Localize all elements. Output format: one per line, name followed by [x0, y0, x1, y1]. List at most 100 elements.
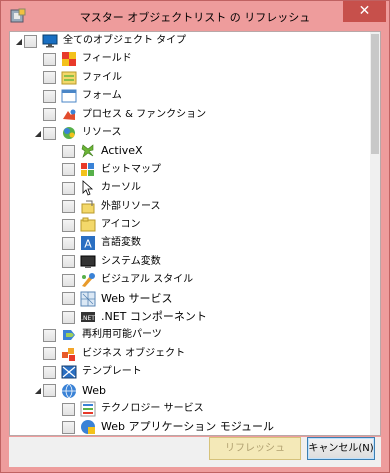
tree-item[interactable]: ファイル — [33, 69, 380, 87]
collapse-arrow-icon[interactable]: ◢ — [33, 382, 43, 400]
tree-item-checkbox[interactable] — [43, 328, 56, 342]
web-app-module-icon — [81, 420, 95, 435]
vertical-scrollbar[interactable] — [370, 32, 380, 435]
tree-item-label: ActiveX — [101, 144, 143, 158]
tree-item-checkbox[interactable] — [43, 126, 56, 140]
web-service-icon — [80, 291, 96, 307]
tree-item-checkbox[interactable] — [62, 200, 75, 214]
title-bar[interactable]: マスター オブジェクトリスト の リフレッシュ ✕ — [1, 1, 389, 31]
tree-item-checkbox[interactable] — [62, 144, 75, 158]
web-icon — [62, 383, 76, 398]
file-icon — [61, 71, 77, 85]
tree-item[interactable]: カーソル — [52, 179, 380, 197]
tree-item-checkbox[interactable] — [43, 52, 56, 66]
window-title: マスター オブジェクトリスト の リフレッシュ — [79, 11, 311, 24]
technology-service-icon — [80, 401, 96, 417]
tree-item-checkbox[interactable] — [62, 402, 75, 416]
tree-item[interactable]: ビジネス オブジェクト — [33, 345, 380, 363]
business-object-icon — [62, 347, 75, 361]
tree-item-label: .NET コンポーネント — [101, 310, 207, 323]
tree-item[interactable]: ◢ リソース — [33, 124, 380, 142]
tree-item[interactable]: ◢ Web — [33, 382, 380, 400]
tree-item-checkbox[interactable] — [62, 273, 75, 287]
tree-item-checkbox[interactable] — [43, 71, 56, 85]
tree-item[interactable]: フィールド — [33, 50, 380, 68]
system-variable-icon — [80, 255, 96, 268]
tree-item-label: ビットマップ — [101, 163, 161, 175]
tree-item[interactable]: A 言語変数 — [52, 234, 380, 252]
tree-item-label: 再利用可能パーツ — [82, 329, 162, 341]
tree-item[interactable]: ビジュアル スタイル — [52, 271, 380, 289]
tree-item[interactable]: フォーム — [33, 87, 380, 105]
tree-item-checkbox[interactable] — [62, 236, 75, 250]
collapse-arrow-icon[interactable]: ◢ — [33, 124, 43, 142]
tree-item-label: ビジネス オブジェクト — [82, 347, 186, 359]
tree-item-checkbox[interactable] — [43, 384, 56, 398]
tree-item[interactable]: Web アプリケーション モジュール — [52, 418, 380, 435]
tree-item-checkbox[interactable] — [62, 218, 75, 232]
reusable-parts-icon — [63, 330, 75, 341]
resource-icon — [63, 127, 75, 139]
tree-item-label: 言語変数 — [101, 237, 141, 249]
tree-item[interactable]: ビットマップ — [52, 161, 380, 179]
external-resource-icon — [81, 200, 95, 214]
bitmap-icon — [81, 162, 94, 176]
tree-item-label: 外部リソース — [101, 200, 161, 212]
tree-item[interactable]: テンプレート — [33, 363, 380, 381]
tree-item[interactable]: ActiveX — [52, 142, 380, 160]
tree-item[interactable]: テクノロジー サービス — [52, 400, 380, 418]
tree-item-label: リソース — [82, 127, 122, 138]
tree-item-checkbox[interactable] — [62, 310, 75, 324]
object-tree-panel: ◢ 全てのオブジェクト タイプ フィールド ファイル フォームプロセス & ファンクショ… — [9, 31, 381, 436]
tree-item[interactable]: プロセス & ファンクション — [33, 106, 380, 124]
tree-item-checkbox[interactable] — [43, 365, 56, 379]
tree-item[interactable]: システム変数 — [52, 253, 380, 271]
tree-item-label: テクノロジー サービス — [101, 403, 204, 414]
refresh-button[interactable]: リフレッシュ — [209, 437, 301, 460]
monitor-icon — [42, 34, 58, 48]
tree-item-checkbox[interactable] — [43, 108, 56, 122]
tree-item-checkbox[interactable] — [43, 347, 56, 361]
tree-item[interactable]: アイコン — [52, 216, 380, 234]
cursor-icon — [82, 180, 94, 196]
svg-text:A: A — [84, 238, 92, 251]
activex-icon — [81, 144, 94, 159]
tree-item-checkbox[interactable] — [43, 89, 56, 103]
tree-item[interactable]: Web サービス — [52, 290, 380, 308]
tree-item-checkbox[interactable] — [62, 163, 75, 177]
cancel-button[interactable]: キャンセル(N) — [307, 437, 375, 460]
icon-resource-icon — [80, 217, 96, 232]
tree-item-checkbox[interactable] — [62, 255, 75, 269]
form-icon — [61, 89, 77, 103]
tree-item[interactable]: 再利用可能パーツ — [33, 326, 380, 344]
tree-item[interactable]: ◢ 全てのオブジェクト タイプ — [14, 32, 374, 50]
tree-item[interactable]: .NET .NET コンポーネント — [52, 308, 380, 326]
tree-item-label: プロセス & ファンクション — [82, 108, 207, 120]
dialog-window: マスター オブジェクトリスト の リフレッシュ ✕ ◢ 全てのオブジェクト タイプ… — [0, 0, 390, 473]
tree-item-checkbox[interactable] — [62, 420, 75, 434]
field-icon — [62, 52, 76, 67]
dotnet-icon: .NET — [81, 312, 95, 322]
tree-item[interactable]: 外部リソース — [52, 198, 380, 216]
close-button[interactable]: ✕ — [343, 1, 386, 22]
tree-item-checkbox[interactable] — [62, 292, 75, 306]
collapse-arrow-icon[interactable]: ◢ — [14, 32, 24, 50]
tree-item-checkbox[interactable] — [62, 181, 75, 195]
dialog-footer: リフレッシュ キャンセル(N) — [9, 437, 381, 467]
tree-item-label: Web — [82, 383, 106, 397]
tree-item-checkbox[interactable] — [24, 34, 37, 48]
scrollbar-thumb[interactable] — [371, 34, 379, 154]
template-icon — [61, 365, 77, 379]
